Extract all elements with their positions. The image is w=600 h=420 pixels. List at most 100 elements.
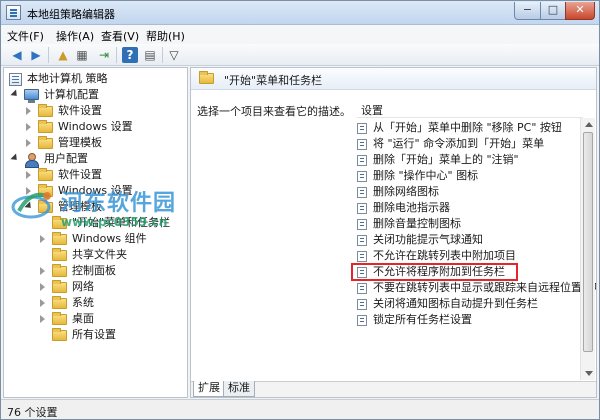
filter-icon[interactable]: ▽ <box>166 47 182 63</box>
toolbar: ◀ ▶ ▲ ▦ ⇥ ? ▤ ▽ <box>1 44 599 66</box>
menu-help[interactable]: 帮助(H) <box>146 28 185 44</box>
expand-arrow-icon[interactable] <box>24 107 33 116</box>
folder-icon <box>52 232 67 245</box>
setting-label: 删除「开始」菜单上的 "注销" <box>373 153 519 166</box>
folder-icon <box>52 264 67 277</box>
scroll-down-icon[interactable] <box>585 371 593 376</box>
policy-setting-icon <box>357 283 367 294</box>
setting-label: 删除网络图标 <box>373 185 439 198</box>
folder-icon <box>38 120 53 133</box>
title-bar[interactable]: 本地组策略编辑器 − □ ✕ <box>1 1 599 25</box>
expand-arrow-icon[interactable] <box>38 315 47 324</box>
column-divider <box>357 117 583 118</box>
scroll-thumb[interactable] <box>583 132 593 352</box>
tree-label: 所有设置 <box>72 328 116 341</box>
watermark-name: 河东软件园 <box>61 191 177 216</box>
tab-standard[interactable]: 标准 <box>223 381 255 397</box>
details-header: "开始"菜单和任务栏 <box>191 68 596 90</box>
toolbar-separator <box>162 47 163 63</box>
expand-arrow-icon[interactable] <box>38 235 47 244</box>
tab-extended[interactable]: 扩展 <box>193 381 225 397</box>
details-title: "开始"菜单和任务栏 <box>224 74 323 87</box>
computer-icon <box>24 89 39 103</box>
menu-action[interactable]: 操作(A) <box>56 28 94 44</box>
expand-arrow-icon[interactable] <box>38 283 47 292</box>
collapse-arrow-icon[interactable] <box>10 91 19 100</box>
status-bar: 76 个设置 <box>1 399 599 419</box>
policy-setting-icon <box>357 315 367 326</box>
status-text: 76 个设置 <box>7 406 58 419</box>
folder-icon <box>38 168 53 181</box>
up-folder-icon[interactable]: ▲ <box>55 47 71 63</box>
watermark-logo-icon <box>11 192 51 219</box>
help-icon[interactable]: ? <box>122 47 138 63</box>
expand-arrow-icon[interactable] <box>24 171 33 180</box>
policy-setting-icon <box>357 251 367 262</box>
tree-label: 软件设置 <box>58 104 102 117</box>
tree-label: Windows 设置 <box>58 120 133 133</box>
expand-arrow-icon[interactable] <box>24 139 33 148</box>
app-icon <box>6 5 21 20</box>
folder-icon <box>52 296 67 309</box>
minimize-button[interactable]: − <box>514 2 541 20</box>
tree-label: 共享文件夹 <box>72 248 127 261</box>
close-button[interactable]: ✕ <box>565 2 595 20</box>
policy-setting-icon <box>357 219 367 230</box>
menu-view[interactable]: 查看(V) <box>101 28 139 44</box>
setting-label: 关闭功能提示气球通知 <box>373 233 483 246</box>
maximize-button[interactable]: □ <box>540 2 566 20</box>
tree-label: 系统 <box>72 296 94 309</box>
policy-setting-icon <box>357 299 367 310</box>
setting-label: 不允许在跳转列表中附加项目 <box>373 249 516 262</box>
folder-icon <box>38 136 53 149</box>
folder-icon <box>52 248 67 261</box>
tree-label: 用户配置 <box>44 152 88 165</box>
setting-label: 从「开始」菜单中删除 "移除 PC" 按钮 <box>373 121 562 134</box>
window-title: 本地组策略编辑器 <box>27 8 115 21</box>
policy-setting-icon <box>357 203 367 214</box>
back-icon[interactable]: ◀ <box>9 47 25 63</box>
menu-file[interactable]: 文件(F) <box>7 28 44 44</box>
export-list-icon[interactable]: ⇥ <box>96 47 112 63</box>
tree-label: 计算机配置 <box>44 88 99 101</box>
tree-label: 软件设置 <box>58 168 102 181</box>
show-hide-tree-icon[interactable]: ▦ <box>74 47 90 63</box>
tree-label: 网络 <box>72 280 94 293</box>
group-policy-window: 本地组策略编辑器 − □ ✕ 文件(F) 操作(A) 查看(V) 帮助(H) ◀… <box>0 0 600 420</box>
user-icon <box>24 153 39 168</box>
expand-arrow-icon[interactable] <box>38 299 47 308</box>
folder-icon <box>52 328 67 341</box>
menu-bar: 文件(F) 操作(A) 查看(V) 帮助(H) <box>1 25 599 44</box>
description-text: 选择一个项目来查看它的描述。 <box>197 105 351 118</box>
view-tabs: 扩展 标准 <box>191 381 596 397</box>
vertical-scrollbar[interactable] <box>580 118 595 380</box>
forward-icon[interactable]: ▶ <box>28 47 44 63</box>
settings-column-header[interactable]: 设置 <box>361 102 383 118</box>
tree-label: Windows 组件 <box>72 232 147 245</box>
folder-icon <box>52 312 67 325</box>
policy-setting-icon <box>357 123 367 134</box>
setting-label: 删除 "操作中心" 图标 <box>373 169 479 182</box>
tree-label: 桌面 <box>72 312 94 325</box>
expand-arrow-icon[interactable] <box>24 123 33 132</box>
toolbar-separator <box>48 47 49 63</box>
setting-label: 锁定所有任务栏设置 <box>373 313 472 326</box>
policy-setting-icon <box>357 139 367 150</box>
policy-setting-icon <box>357 187 367 198</box>
folder-icon <box>38 104 53 117</box>
tree-pane[interactable]: 本地计算机 策略 计算机配置 软件设置 Windows 设置 管理模板 用户配置 <box>3 67 188 398</box>
policy-icon <box>9 73 22 86</box>
setting-label: 删除电池指示器 <box>373 201 450 214</box>
expand-arrow-icon[interactable] <box>38 267 47 276</box>
tree-label: 本地计算机 策略 <box>27 72 108 85</box>
policy-setting-icon <box>357 171 367 182</box>
policy-setting-icon <box>357 235 367 246</box>
collapse-arrow-icon[interactable] <box>10 155 19 164</box>
watermark-url: www.pc0359.cn <box>61 215 168 229</box>
folder-icon <box>52 280 67 293</box>
highlight-annotation <box>351 263 518 281</box>
tree-label: 控制面板 <box>72 264 116 277</box>
setting-label: 关闭将通知图标自动提升到任务栏 <box>373 297 538 310</box>
properties-icon[interactable]: ▤ <box>142 47 158 63</box>
scroll-up-icon[interactable] <box>585 122 593 127</box>
